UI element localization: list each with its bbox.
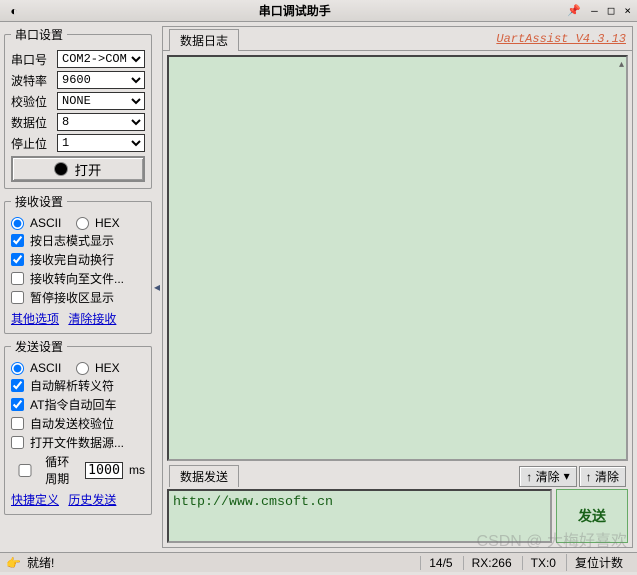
send-quick-link[interactable]: 快捷定义	[11, 493, 59, 507]
databits-select[interactable]: 8	[57, 113, 145, 131]
minimize-button[interactable]: –	[589, 4, 600, 17]
send-input[interactable]: http://www.cmsoft.cn	[167, 489, 552, 543]
log-textarea[interactable]: ▴	[167, 55, 628, 461]
splitter-handle[interactable]: ◂	[154, 26, 160, 548]
send-cycle-check[interactable]	[11, 464, 39, 477]
send-openfile-check[interactable]	[11, 436, 24, 449]
app-icon: ◐	[4, 4, 24, 18]
status-ready: 就绪!	[27, 554, 418, 571]
baud-label: 波特率	[11, 72, 53, 89]
open-port-button[interactable]: 打开	[11, 156, 145, 182]
send-hex-radio[interactable]	[76, 362, 89, 375]
title-bar: ◐ 串口调试助手 📌 – □ ×	[0, 0, 637, 22]
port-label: 串口号	[11, 51, 53, 68]
status-tx: TX:0	[522, 556, 564, 570]
stopbits-label: 停止位	[11, 135, 53, 152]
recv-pause-check[interactable]	[11, 291, 24, 304]
scroll-up-icon[interactable]: ▴	[619, 59, 624, 70]
status-rx: RX:266	[463, 556, 520, 570]
stopbits-select[interactable]: 1	[57, 134, 145, 152]
status-bar: 👉 就绪! 14/5 RX:266 TX:0 复位计数	[0, 552, 637, 572]
send-history-link[interactable]: 历史发送	[68, 493, 116, 507]
brand-link[interactable]: UartAssist V4.3.13	[496, 32, 626, 46]
send-ascii-radio[interactable]	[11, 362, 24, 375]
log-tab[interactable]: 数据日志	[169, 29, 239, 51]
recv-logmode-check[interactable]	[11, 234, 24, 247]
chevron-down-icon: ▾	[564, 469, 570, 483]
parity-select[interactable]: NONE	[57, 92, 145, 110]
status-reset[interactable]: 复位计数	[566, 554, 631, 571]
port-settings-group: 串口设置 串口号COM2->COM 波特率9600 校验位NONE 数据位8 停…	[4, 26, 152, 189]
send-settings-legend: 发送设置	[11, 338, 67, 355]
send-atcr-check[interactable]	[11, 398, 24, 411]
clear-button[interactable]: ↑ 清除	[579, 466, 626, 487]
send-checksum-check[interactable]	[11, 417, 24, 430]
pin-icon[interactable]: 📌	[565, 4, 583, 17]
ready-icon: 👉	[6, 556, 21, 570]
status-dot-icon	[55, 163, 67, 175]
clear-dropdown-button[interactable]: ↑ 清除▾	[519, 466, 576, 487]
recv-autonewline-check[interactable]	[11, 253, 24, 266]
port-settings-legend: 串口设置	[11, 26, 67, 43]
send-button[interactable]: 发送	[556, 489, 628, 543]
window-title: 串口调试助手	[24, 2, 565, 19]
recv-clear-link[interactable]: 清除接收	[68, 312, 116, 326]
port-select[interactable]: COM2->COM	[57, 50, 145, 68]
parity-label: 校验位	[11, 93, 53, 110]
databits-label: 数据位	[11, 114, 53, 131]
recv-tofile-check[interactable]	[11, 272, 24, 285]
baud-select[interactable]: 9600	[57, 71, 145, 89]
cycle-value-input[interactable]	[85, 462, 123, 479]
send-tab[interactable]: 数据发送	[169, 465, 239, 487]
recv-hex-radio[interactable]	[76, 217, 89, 230]
close-button[interactable]: ×	[622, 4, 633, 17]
recv-settings-group: 接收设置 ASCII HEX 按日志模式显示 接收完自动换行 接收转向至文件..…	[4, 193, 152, 334]
send-settings-group: 发送设置 ASCII HEX 自动解析转义符 AT指令自动回车 自动发送校验位 …	[4, 338, 152, 515]
recv-ascii-radio[interactable]	[11, 217, 24, 230]
recv-settings-legend: 接收设置	[11, 193, 67, 210]
status-pos: 14/5	[420, 556, 460, 570]
recv-other-link[interactable]: 其他选项	[11, 312, 59, 326]
maximize-button[interactable]: □	[606, 4, 617, 17]
send-escape-check[interactable]	[11, 379, 24, 392]
